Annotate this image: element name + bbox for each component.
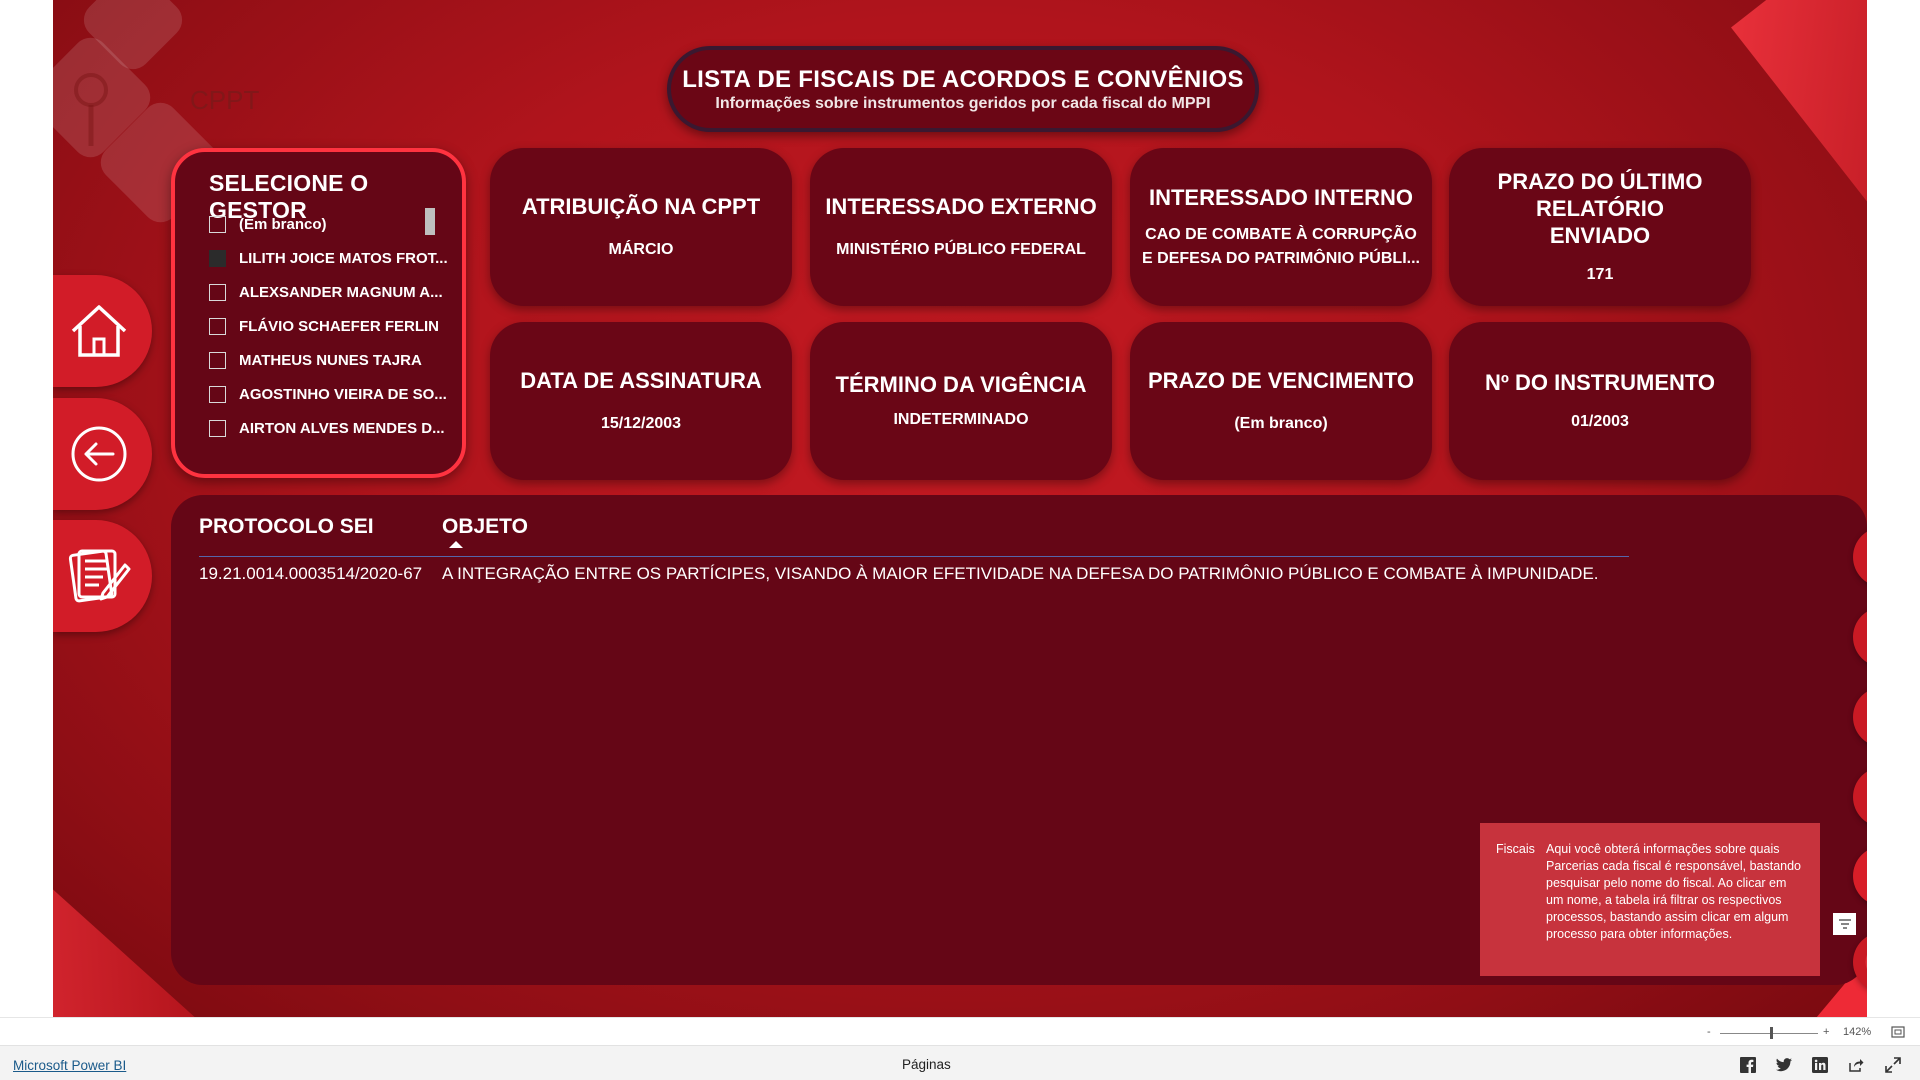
card-value: MÁRCIO <box>608 240 674 258</box>
card-numero-instrumento: Nº DO INSTRUMENTO 01/2003 <box>1449 322 1751 480</box>
report-title-banner: LISTA DE FISCAIS DE ACORDOS E CONVÊNIOS … <box>667 46 1259 132</box>
filter-icon[interactable] <box>1833 913 1856 935</box>
magnifier-watermark-icon <box>74 73 108 146</box>
twitter-icon[interactable] <box>1775 1056 1793 1074</box>
card-label: INTERESSADO EXTERNO <box>825 193 1097 219</box>
zoom-level: 142% <box>1843 1026 1872 1038</box>
table-cell-objeto[interactable]: A INTEGRAÇÃO ENTRE OS PARTÍCIPES, VISAND… <box>442 561 1599 587</box>
report-title: LISTA DE FISCAIS DE ACORDOS E CONVÊNIOS <box>682 66 1244 93</box>
card-label: PRAZO DO ÚLTIMO RELATÓRIO ENVIADO <box>1497 168 1703 248</box>
decor-stripe-top-right <box>1731 0 1867 209</box>
slicer-option[interactable]: (Em branco) <box>209 210 327 238</box>
card-value: MINISTÉRIO PÚBLICO FEDERAL <box>836 240 1086 258</box>
card-value: (Em branco) <box>1234 414 1328 432</box>
zoom-slider-thumb[interactable] <box>1770 1027 1773 1039</box>
linkedin-icon[interactable] <box>1811 1056 1829 1074</box>
card-interessado-interno: INTERESSADO INTERNO CAO DE COMBATE À COR… <box>1130 148 1432 306</box>
column-header-protocolo[interactable]: PROTOCOLO SEI <box>199 515 374 539</box>
sort-ascending-icon <box>449 541 463 548</box>
slicer-option[interactable]: AIRTON ALVES MENDES D... <box>209 414 445 442</box>
fiscais-tooltip: Fiscais Aqui você obterá informações sob… <box>1480 823 1820 976</box>
home-icon <box>71 305 126 357</box>
powerbi-footer: Microsoft Power BI Páginas <box>0 1045 1920 1080</box>
home-button[interactable] <box>53 275 152 387</box>
share-icon[interactable] <box>1847 1056 1865 1074</box>
tooltip-key: Fiscais <box>1496 842 1535 856</box>
card-termino-vigencia: TÉRMINO DA VIGÊNCIA INDETERMINADO <box>810 322 1112 480</box>
zoom-slider[interactable] <box>1720 1033 1818 1034</box>
back-arrow-icon <box>71 426 126 482</box>
card-value: 171 <box>1586 265 1614 283</box>
checkbox[interactable] <box>209 385 226 403</box>
card-interessado-externo: INTERESSADO EXTERNO MINISTÉRIO PÚBLICO F… <box>810 148 1112 306</box>
card-value: INDETERMINADO <box>893 410 1029 428</box>
table-cell-protocolo[interactable]: 19.21.0014.0003514/2020-67 <box>199 561 422 587</box>
zoom-out-button[interactable]: - <box>1707 1026 1711 1038</box>
card-atribuicao: ATRIBUIÇÃO NA CPPT MÁRCIO <box>490 148 792 306</box>
cppt-label: CPPT <box>190 85 260 115</box>
checkbox[interactable] <box>209 419 226 437</box>
card-label: Nº DO INSTRUMENTO <box>1484 369 1716 395</box>
slicer-option[interactable]: AGOSTINHO VIEIRA DE SO... <box>209 380 447 408</box>
tooltip-text: Aqui você obterá informações sobre quais… <box>1546 842 1802 941</box>
card-prazo-relatorio: PRAZO DO ÚLTIMO RELATÓRIO ENVIADO 171 <box>1449 148 1751 306</box>
checkbox-checked[interactable] <box>209 249 226 267</box>
card-label: TÉRMINO DA VIGÊNCIA <box>835 371 1087 397</box>
zoom-bar: - + 142% <box>0 1017 1920 1045</box>
card-label: ATRIBUIÇÃO NA CPPT <box>521 193 761 219</box>
slicer-option[interactable]: LILITH JOICE MATOS FROT... <box>209 244 448 272</box>
checkbox[interactable] <box>209 215 226 233</box>
checkbox[interactable] <box>209 351 226 369</box>
document-pen-icon <box>68 549 130 603</box>
pages-menu[interactable]: Páginas <box>902 1057 951 1072</box>
card-value: 15/12/2003 <box>600 414 682 432</box>
back-button[interactable] <box>53 398 152 510</box>
checkbox[interactable] <box>209 317 226 335</box>
card-value: 01/2003 <box>1571 412 1629 430</box>
card-data-assinatura: DATA DE ASSINATURA 15/12/2003 <box>490 322 792 480</box>
slicer-scrollbar[interactable] <box>425 208 435 235</box>
card-prazo-vencimento: PRAZO DE VENCIMENTO (Em branco) <box>1130 322 1432 480</box>
card-value: CAO DE COMBATE À CORRUPÇÃO E DEFESA DO P… <box>1142 225 1420 267</box>
zoom-in-button[interactable]: + <box>1823 1026 1829 1038</box>
info-icon <box>1865 954 1867 970</box>
gestor-slicer: SELECIONE O GESTOR (Em branco) LILITH JO… <box>171 148 466 478</box>
report-subtitle: Informações sobre instrumentos geridos p… <box>715 95 1211 112</box>
card-label: PRAZO DE VENCIMENTO <box>1147 367 1415 393</box>
powerbi-link[interactable]: Microsoft Power BI <box>13 1058 126 1073</box>
expand-icon[interactable] <box>1884 1056 1902 1074</box>
documents-button[interactable] <box>53 520 152 632</box>
card-label: INTERESSADO INTERNO <box>1148 184 1414 210</box>
slicer-option[interactable]: FLÁVIO SCHAEFER FERLIN <box>209 312 439 340</box>
column-header-objeto[interactable]: OBJETO <box>442 515 528 539</box>
fit-to-page-icon[interactable] <box>1891 1026 1905 1038</box>
card-label: DATA DE ASSINATURA <box>520 367 762 393</box>
slicer-option[interactable]: MATHEUS NUNES TAJRA <box>209 346 422 374</box>
slicer-option[interactable]: ALEXSANDER MAGNUM A... <box>209 278 443 306</box>
facebook-icon[interactable] <box>1739 1056 1757 1074</box>
header-divider <box>199 556 1629 557</box>
checkbox[interactable] <box>209 283 226 301</box>
